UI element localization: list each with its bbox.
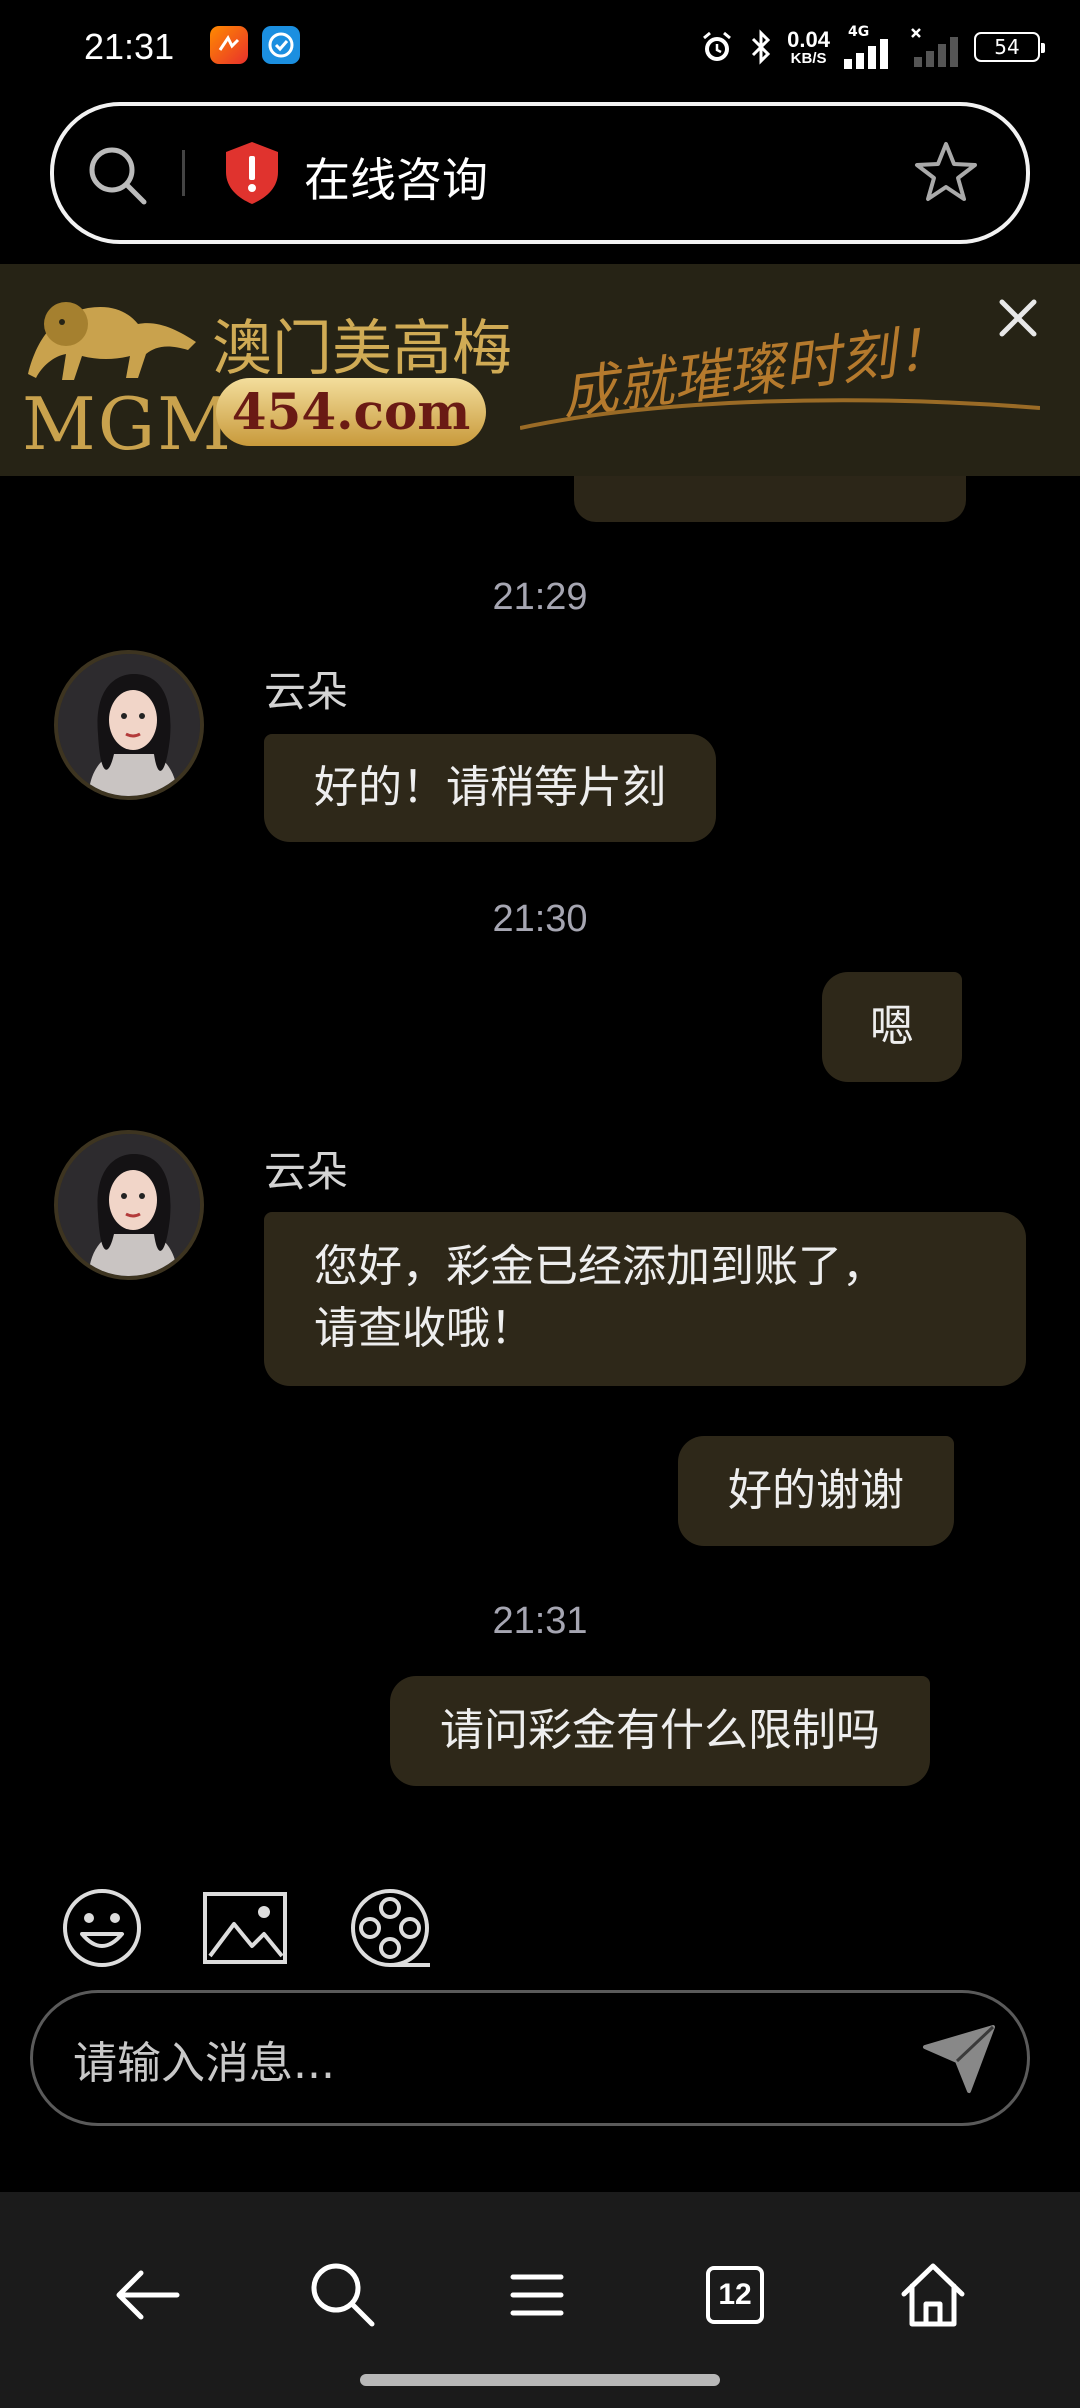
back-icon [116,2270,180,2320]
net-speed-unit: KB/S [790,49,827,67]
message-input-placeholder: 请输入消息... [73,2038,335,2089]
message-bubble-outgoing[interactable]: 请问彩金有什么限制吗 [390,1676,930,1786]
signal-icon [844,39,888,69]
timestamp: 21:31 [492,1600,588,1642]
page-title: 在线咨询 [304,153,488,207]
message-bubble-outgoing[interactable]: 嗯 [822,972,962,1082]
menu-icon [510,2274,564,2316]
tabs-button[interactable]: 12 [690,2250,780,2340]
avatar[interactable] [54,1130,204,1280]
mgm-lion-logo [28,302,196,380]
timestamp: 21:29 [492,576,588,618]
search-icon [311,2263,375,2327]
status-bar: 21:31 0.04 KB/S 4G 54 [0,0,1080,96]
message-text: 请问彩金有什么限制吗 [440,1705,880,1756]
sender-name: 云朵 [264,1147,349,1196]
video-reel-icon[interactable] [348,1886,432,1970]
sender-name: 云朵 [264,667,349,716]
message-input[interactable]: 请输入消息... [30,1990,1030,2126]
network-speed: 0.04 KB/S [787,26,830,67]
timestamp: 21:30 [492,898,588,940]
image-icon[interactable] [200,1886,290,1970]
ad-domain: 454.com [216,378,486,446]
no-signal-icon [911,28,958,67]
brand-cn: 澳门美高梅 [212,314,512,384]
tab-count: 12 [718,2278,752,2311]
tabs-icon: 12 [706,2266,764,2324]
bookmark-star-icon[interactable] [912,138,980,206]
gesture-home-bar[interactable] [360,2374,720,2386]
close-icon[interactable] [990,290,1046,346]
back-button[interactable] [102,2250,192,2340]
search-button[interactable] [298,2250,388,2340]
message-text-line: 请查收哦！ [314,1303,534,1354]
send-icon[interactable] [919,2017,999,2097]
clipped-message-bubble [574,476,966,522]
security-shield-icon[interactable] [222,140,282,206]
home-icon [901,2263,965,2327]
avatar[interactable] [54,650,204,800]
net-speed-value: 0.04 [787,26,830,52]
battery-icon: 54 [974,32,1045,62]
home-button[interactable] [888,2250,978,2340]
ad-banner[interactable]: MGM 澳门美高梅 454.com 成就璀璨时刻！ [0,264,1080,476]
network-type: 4G [848,24,870,40]
message-bubble-incoming[interactable]: 好的！请稍等片刻 [264,734,716,842]
message-text: 嗯 [870,1001,914,1052]
menu-button[interactable] [492,2250,582,2340]
alarm-icon [703,31,732,61]
ad-swoosh [520,398,1040,430]
bluetooth-icon [752,29,771,65]
message-bubble-outgoing[interactable]: 好的谢谢 [678,1436,954,1546]
brand-latin: MGM [22,382,233,466]
message-text-line: 您好，彩金已经添加到账了， [314,1241,886,1292]
status-time: 21:31 [84,26,175,67]
message-text: 好的谢谢 [728,1465,904,1516]
address-bar[interactable]: 在线咨询 [50,102,1030,244]
search-icon[interactable] [84,142,152,210]
address-divider [182,150,185,196]
message-bubble-incoming[interactable]: 您好，彩金已经添加到账了， 请查收哦！ [264,1212,1026,1386]
notification-app-icon [210,26,248,64]
message-text: 好的！请稍等片刻 [314,762,666,813]
emoji-icon[interactable] [60,1886,144,1970]
battery-level: 54 [994,35,1020,59]
message-app-icon [262,26,300,64]
